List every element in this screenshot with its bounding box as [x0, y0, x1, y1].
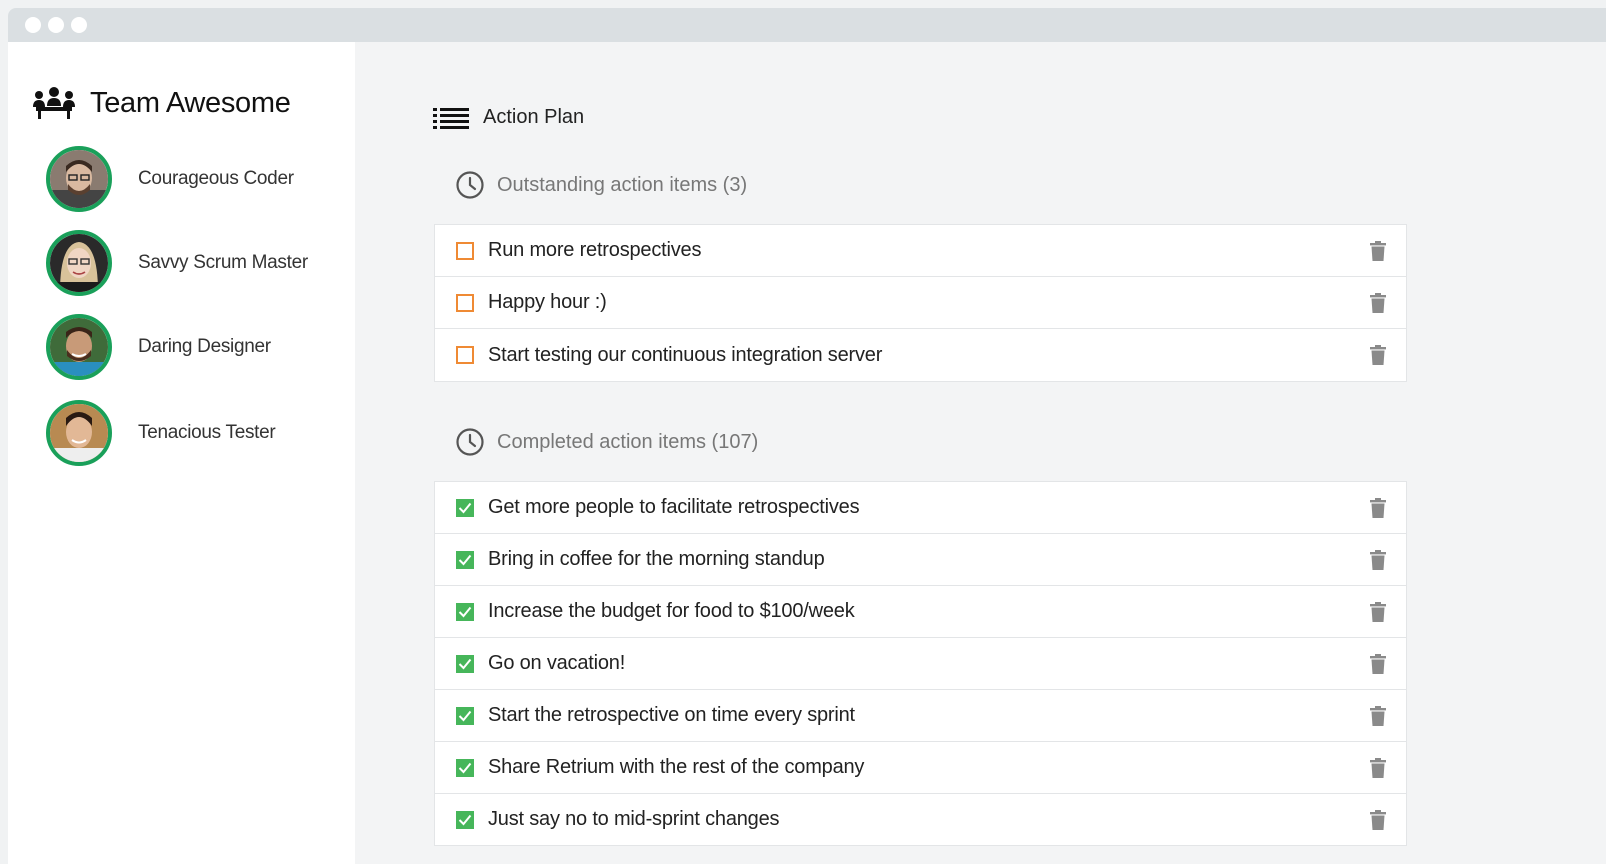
- checkbox-open-icon[interactable]: [456, 293, 474, 312]
- checkbox-open-icon[interactable]: [456, 241, 474, 260]
- trash-icon[interactable]: [1370, 240, 1386, 261]
- list-item: Share Retrium with the rest of the compa…: [435, 742, 1406, 794]
- team-member-scrum-master[interactable]: Savvy Scrum Master: [46, 230, 308, 296]
- team-name: Team Awesome: [90, 86, 291, 119]
- list-item: Happy hour :): [435, 277, 1406, 329]
- item-text: Happy hour :): [488, 291, 607, 313]
- trash-icon[interactable]: [1370, 292, 1386, 313]
- list-item: Increase the budget for food to $100/wee…: [435, 586, 1406, 638]
- trash-icon[interactable]: [1370, 705, 1386, 726]
- team-icon: [33, 87, 75, 119]
- item-text: Start testing our continuous integration…: [488, 343, 883, 366]
- list-icon: [433, 107, 469, 129]
- action-plan-header: Action Plan: [433, 106, 584, 129]
- trash-icon[interactable]: [1370, 345, 1386, 365]
- trash-icon[interactable]: [1370, 549, 1386, 570]
- list-item: Start the retrospective on time every sp…: [435, 690, 1406, 742]
- list-item: Just say no to mid-sprint changes: [435, 794, 1406, 846]
- avatar-scrum-master: [46, 230, 112, 296]
- list-item: Run more retrospectives: [435, 225, 1406, 277]
- window-dot-minimize[interactable]: [48, 17, 64, 33]
- checkbox-checked-icon[interactable]: [456, 550, 474, 569]
- list-item: Start testing our continuous integration…: [435, 329, 1406, 381]
- team-header: Team Awesome: [32, 86, 291, 120]
- clock-icon: [456, 171, 484, 199]
- item-text: Go on vacation!: [488, 652, 626, 674]
- member-name: Savvy Scrum Master: [138, 252, 308, 273]
- avatar-designer: [46, 314, 112, 380]
- team-member-tester[interactable]: Tenacious Tester: [46, 400, 276, 466]
- trash-icon[interactable]: [1370, 809, 1386, 830]
- trash-icon[interactable]: [1370, 497, 1386, 518]
- completed-list: Get more people to facilitate retrospect…: [434, 481, 1407, 846]
- item-text: Share Retrium with the rest of the compa…: [488, 756, 865, 778]
- outstanding-section-header: Outstanding action items (3): [455, 170, 747, 200]
- clock-icon: [456, 428, 484, 456]
- checkbox-checked-icon[interactable]: [456, 602, 474, 621]
- checkbox-checked-icon[interactable]: [456, 706, 474, 725]
- avatar-tester: [46, 400, 112, 466]
- window-dot-close[interactable]: [25, 17, 41, 33]
- item-text: Get more people to facilitate retrospect…: [488, 496, 860, 518]
- window-dot-maximize[interactable]: [71, 17, 87, 33]
- checkbox-open-icon[interactable]: [456, 346, 474, 364]
- main-content: Action Plan Outstanding action items (3)…: [355, 42, 1606, 864]
- team-member-designer[interactable]: Daring Designer: [46, 314, 271, 380]
- completed-title: Completed action items (107): [497, 430, 759, 453]
- member-name: Daring Designer: [138, 336, 271, 357]
- member-name: Courageous Coder: [138, 168, 294, 189]
- list-item: Get more people to facilitate retrospect…: [435, 482, 1406, 534]
- checkbox-checked-icon[interactable]: [456, 498, 474, 517]
- trash-icon[interactable]: [1370, 757, 1386, 778]
- outstanding-title: Outstanding action items (3): [497, 173, 748, 196]
- sidebar: Team Awesome Courageous Coder Savvy Scru…: [8, 42, 355, 864]
- page-title: Action Plan: [483, 106, 585, 128]
- list-item: Bring in coffee for the morning standup: [435, 534, 1406, 586]
- item-text: Run more retrospectives: [488, 239, 702, 261]
- checkbox-checked-icon[interactable]: [456, 810, 474, 829]
- list-item: Go on vacation!: [435, 638, 1406, 690]
- trash-icon[interactable]: [1370, 601, 1386, 622]
- completed-section-header: Completed action items (107): [455, 427, 758, 457]
- checkbox-checked-icon[interactable]: [456, 758, 474, 777]
- app-window: Team Awesome Courageous Coder Savvy Scru…: [8, 8, 1606, 864]
- member-name: Tenacious Tester: [138, 422, 276, 443]
- team-member-coder[interactable]: Courageous Coder: [46, 146, 294, 212]
- checkbox-checked-icon[interactable]: [456, 654, 474, 673]
- item-text: Bring in coffee for the morning standup: [488, 548, 825, 570]
- window-titlebar: [8, 8, 1606, 42]
- trash-icon[interactable]: [1370, 653, 1386, 674]
- item-text: Increase the budget for food to $100/wee…: [488, 600, 855, 622]
- outstanding-list: Run more retrospectives Happy hour :) St…: [434, 224, 1407, 382]
- avatar-coder: [46, 146, 112, 212]
- item-text: Just say no to mid-sprint changes: [488, 808, 780, 830]
- item-text: Start the retrospective on time every sp…: [488, 704, 855, 726]
